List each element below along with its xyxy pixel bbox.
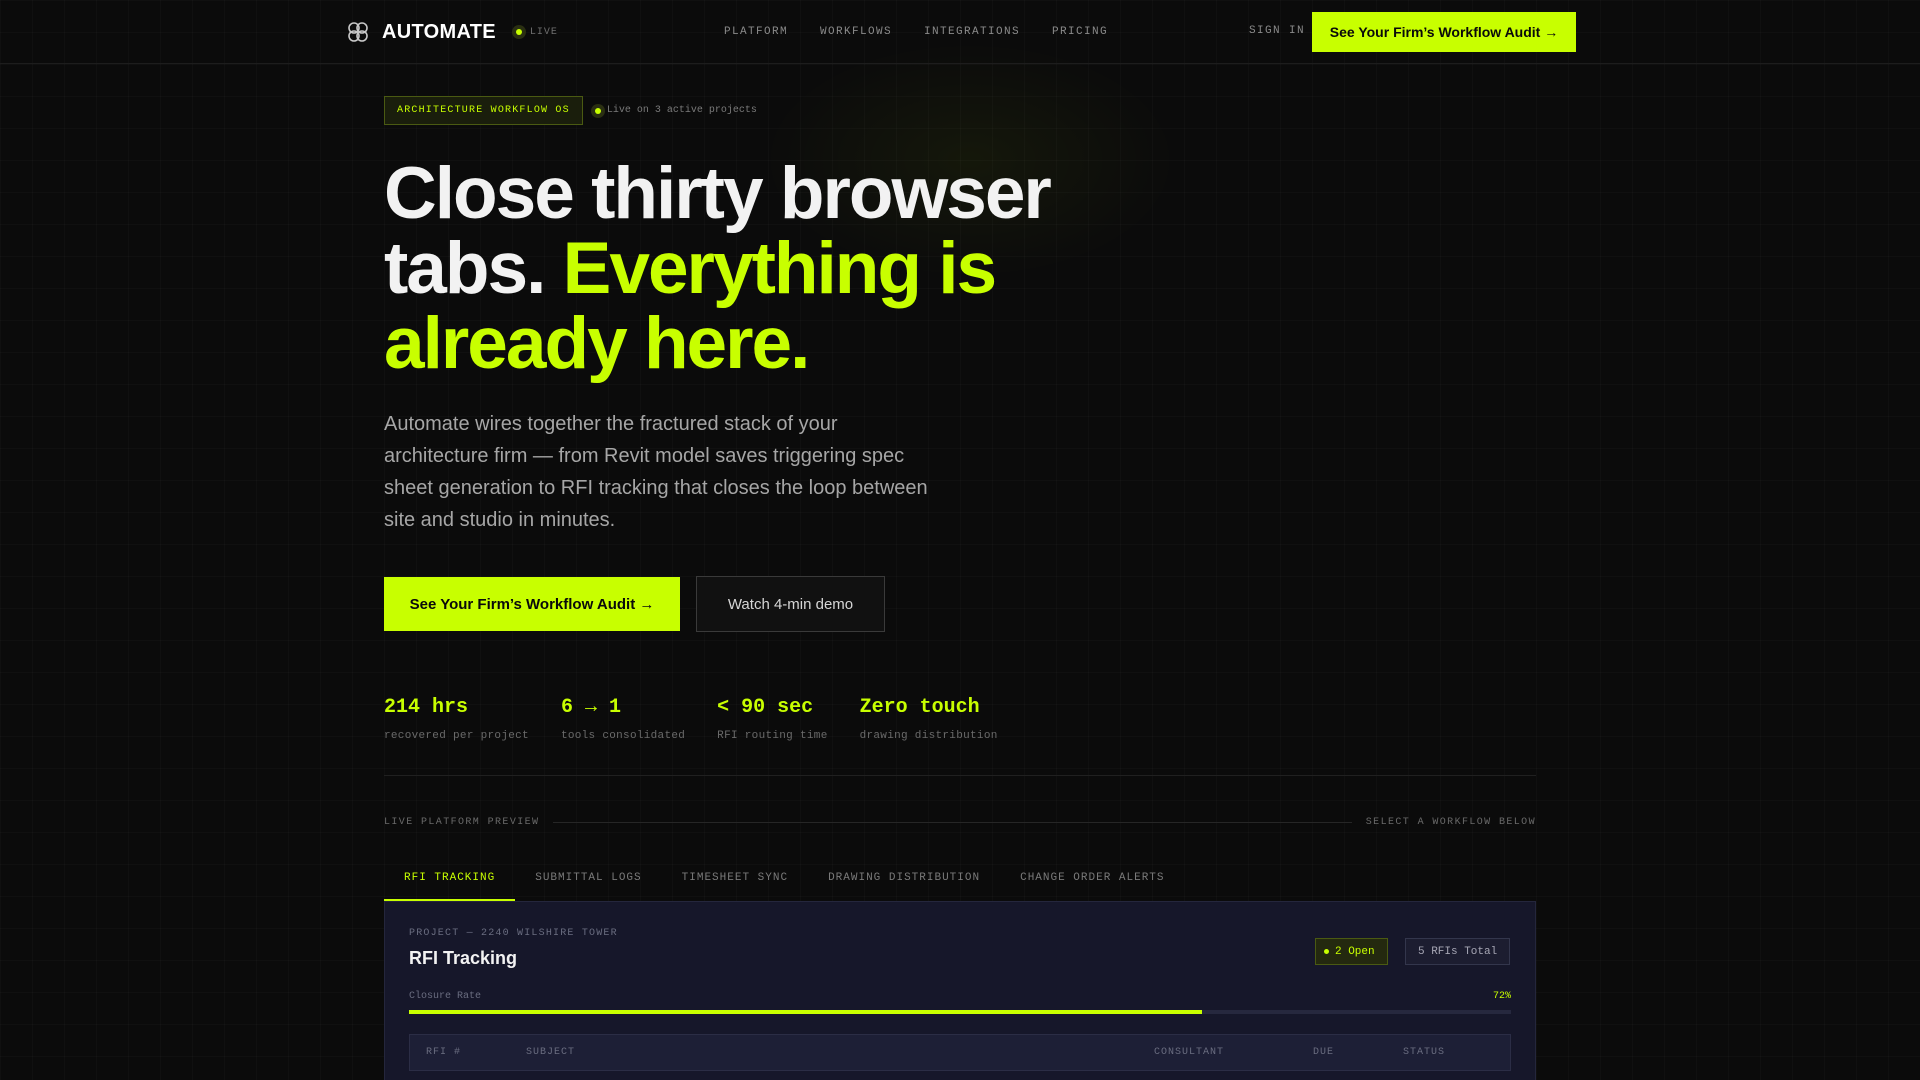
live-dot-icon (511, 25, 526, 39)
project-label: PROJECT — 2240 WILSHIRE TOWER (409, 928, 618, 939)
stat-value: 214 hrs (384, 696, 469, 719)
stat-label: RFI routing time (717, 730, 828, 742)
closure-progress-bar (409, 1010, 1511, 1014)
top-nav: AUTOMATE LIVE PLATFORM WORKFLOWS INTEGRA… (0, 0, 1920, 64)
watch-demo-button[interactable]: Watch 4-min demo (696, 576, 885, 632)
stat-routing: < 90 sec RFI routing time (717, 696, 827, 742)
nav-link-integrations[interactable]: INTEGRATIONS (924, 26, 1020, 38)
stat-value: 6 → 1 (560, 696, 621, 719)
closure-rate-value: 72% (1492, 991, 1511, 1002)
workflow-tabs: RFI TRACKING SUBMITTAL LOGS TIMESHEET SY… (384, 856, 1185, 901)
hero-description: Automate wires together the fractured st… (384, 413, 928, 531)
panel-title: RFI Tracking (409, 948, 518, 968)
product-badge: ARCHITECTURE WORKFLOW OS (384, 96, 583, 125)
column-consultant[interactable]: CONSULTANT (1154, 1047, 1224, 1058)
stat-distribution: Zero touch drawing distribution (860, 696, 998, 742)
column-subject[interactable]: SUBJECT (526, 1047, 575, 1058)
rfi-table-header: RFI # SUBJECT CONSULTANT DUE STATUS (409, 1034, 1511, 1071)
live-label: LIVE (529, 26, 558, 38)
column-rfi-number[interactable]: RFI # (426, 1047, 461, 1058)
workflow-audit-button[interactable]: See Your Firm’s Workflow Audit → (384, 577, 680, 631)
open-count-badge[interactable]: 2 Open (1315, 938, 1388, 965)
tab-rfi-tracking[interactable]: RFI TRACKING (384, 856, 516, 901)
tab-change-order-alerts[interactable]: CHANGE ORDER ALERTS (1000, 856, 1184, 901)
stat-label: drawing distribution (859, 730, 998, 742)
closure-progress-fill (409, 1010, 1203, 1014)
nav-links: PLATFORM WORKFLOWS INTEGRATIONS PRICING (724, 0, 1108, 64)
tab-timesheet-sync[interactable]: TIMESHEET SYNC (662, 856, 808, 901)
hero-headline: Close thirty browser tabs. Everything is… (384, 156, 1104, 381)
live-projects-note: Live on 3 active projects (590, 103, 757, 118)
tab-drawing-distribution[interactable]: DRAWING DISTRIBUTION (808, 856, 1000, 901)
column-due[interactable]: DUE (1313, 1047, 1334, 1058)
sign-in-link[interactable]: SIGN IN (1249, 25, 1305, 37)
stat-value: Zero touch (859, 696, 980, 719)
open-count-text: 2 Open (1335, 945, 1375, 958)
column-status[interactable]: STATUS (1403, 1047, 1445, 1058)
nav-link-pricing[interactable]: PRICING (1052, 26, 1108, 38)
brand[interactable]: AUTOMATE LIVE (346, 0, 558, 64)
section-divider (384, 775, 1536, 776)
live-projects-text: Live on 3 active projects (606, 105, 757, 116)
live-dot-icon (590, 103, 605, 118)
stat-hours: 214 hrs recovered per project (384, 696, 529, 742)
stat-value: < 90 sec (717, 696, 814, 719)
rfi-panel: PROJECT — 2240 WILSHIRE TOWER RFI Tracki… (384, 901, 1536, 1080)
status-dot-icon (1324, 949, 1329, 954)
brand-name: AUTOMATE (382, 20, 496, 43)
live-indicator: LIVE (511, 25, 558, 39)
nav-link-workflows[interactable]: WORKFLOWS (820, 26, 892, 38)
stat-tools: 6 → 1 tools consolidated (561, 696, 685, 742)
total-count-badge[interactable]: 5 RFIs Total (1405, 938, 1511, 965)
brand-logo-icon (348, 22, 368, 42)
nav-audit-button[interactable]: See Your Firm’s Workflow Audit → (1312, 12, 1576, 52)
preview-rule (553, 822, 1352, 823)
tab-submittal-logs[interactable]: SUBMITTAL LOGS (515, 856, 661, 901)
stats-row: 214 hrs recovered per project 6 → 1 tool… (384, 696, 1030, 742)
preview-header: LIVE PLATFORM PREVIEW SELECT A WORKFLOW … (384, 817, 1536, 828)
closure-rate-label: Closure Rate (409, 991, 482, 1002)
stat-label: recovered per project (384, 730, 529, 742)
preview-label: LIVE PLATFORM PREVIEW (384, 817, 540, 828)
nav-link-platform[interactable]: PLATFORM (724, 26, 788, 38)
hero-badge-row: ARCHITECTURE WORKFLOW OS Live on 3 activ… (384, 96, 757, 125)
select-workflow-hint: SELECT A WORKFLOW BELOW (1365, 817, 1536, 828)
stat-label: tools consolidated (560, 730, 686, 742)
